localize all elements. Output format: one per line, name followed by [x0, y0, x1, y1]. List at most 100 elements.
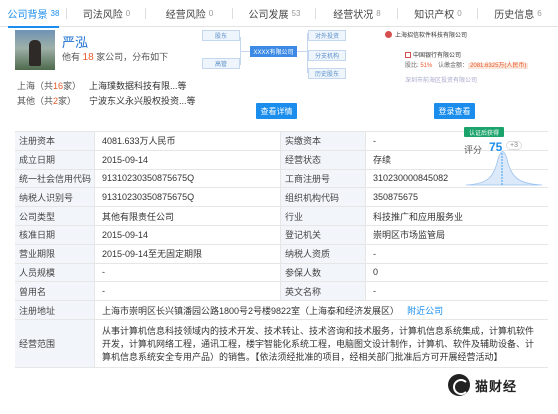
- tab-company-background[interactable]: 公司背景 38: [0, 0, 67, 28]
- field-value: -: [95, 282, 281, 301]
- preview-investor-row: 深圳市前海区投资有限公司: [405, 75, 477, 84]
- count-post: 家）: [63, 81, 82, 91]
- score-widget: 认证后获得 评分 75 +3: [458, 127, 548, 189]
- field-label: 参保人数: [281, 263, 366, 282]
- field-value: -: [373, 286, 376, 297]
- field-label: 登记机关: [281, 226, 366, 244]
- company-dot-icon: [385, 31, 392, 38]
- field-label: 曾用名: [15, 282, 95, 301]
- tab-intellectual-property[interactable]: 知识产权 0: [398, 0, 478, 27]
- tab-count: 0: [125, 9, 131, 18]
- preview-bank: 中国银行有限公司: [413, 53, 462, 59]
- node-shareholder: 股东: [202, 30, 240, 41]
- bank-icon: [405, 52, 411, 59]
- node-branch: 分支机构: [308, 50, 346, 61]
- tab-operating-status[interactable]: 经营状况 8: [316, 0, 398, 27]
- field-label: 纳税人识别号: [15, 188, 95, 207]
- table-row: 纳税人识别号 91310230350875675Q 组织机构代码 350875675: [15, 188, 548, 208]
- node-company: XXXX有限公司: [250, 46, 297, 57]
- tab-label: 公司发展: [248, 10, 289, 21]
- field-value-address: 上海市崇明区长兴镇潘园公路1800号2号楼9822室（上海泰和经济发展区） 附近公…: [95, 301, 548, 319]
- score-distribution-chart: [465, 151, 543, 186]
- tab-company-development[interactable]: 公司发展 53: [233, 0, 316, 27]
- table-row: 营业期限 2015-09-14至无固定期限 纳税人资质 -: [15, 244, 548, 264]
- node-investment: 对外投资: [308, 30, 346, 41]
- field-value: -: [95, 263, 281, 282]
- equity-preview: 上海招信软件科技有限公司 中国银行有限公司 股比: 51% 认缴金额： 2081.…: [377, 27, 545, 123]
- region-row-other[interactable]: 其他（共2家） 宁波东义永兴股权投资...等: [17, 94, 207, 107]
- preview-bank-row: 中国银行有限公司: [405, 50, 461, 59]
- avatar[interactable]: [15, 30, 55, 70]
- node-executive: 高管: [202, 58, 240, 69]
- field-label: 行业: [281, 207, 366, 225]
- address-text: 上海市崇明区长兴镇潘园公路1800号2号楼9822室（上海泰和经济发展区）: [102, 305, 400, 316]
- count-pre: （共: [35, 81, 54, 91]
- tab-operating-risk[interactable]: 经营风险 0: [146, 0, 233, 27]
- field-value: 0: [373, 267, 379, 278]
- nearby-companies-link[interactable]: 附近公司: [407, 304, 443, 317]
- preview-company-row: 上海招信软件科技有限公司: [385, 29, 533, 40]
- view-details-button[interactable]: 查看详情: [256, 103, 297, 119]
- person-name[interactable]: 严泓: [62, 32, 88, 51]
- count-post: 家）: [58, 96, 77, 106]
- field-value: 2015-09-14: [95, 226, 281, 244]
- field-label: 成立日期: [15, 150, 95, 169]
- tab-history[interactable]: 历史信息 6: [478, 0, 558, 27]
- table-row: 核准日期 2015-09-14 登记机关 崇明区市场监管局: [15, 226, 548, 245]
- region-row-shanghai[interactable]: 上海（共16家） 上海璞数据科技有限...等: [17, 79, 207, 92]
- field-value: 崇明区市场监管局: [373, 230, 446, 241]
- tab-bar: 公司背景 38 司法风险 0 经营风险 0 公司发展 53 经营状况 8 知识产权 0 历史…: [0, 0, 558, 28]
- tab-count: 38: [50, 9, 60, 18]
- field-value: -: [373, 135, 376, 146]
- share-label-prefix: 股比:: [405, 63, 421, 69]
- region-count: 16: [53, 81, 64, 91]
- region-company[interactable]: 上海璞数据科技有限...等: [89, 79, 187, 92]
- field-value: 其他有限责任公司: [95, 207, 281, 225]
- field-value: 4081.633万人民币: [95, 132, 281, 150]
- field-value: 91310230350875675Q: [95, 188, 281, 207]
- field-value: 科技推广和应用服务业: [373, 211, 464, 222]
- field-label: 纳税人资质: [281, 244, 366, 263]
- tab-label: 司法风险: [82, 10, 123, 21]
- field-label: 核准日期: [15, 226, 95, 244]
- field-label: 组织机构代码: [281, 188, 366, 207]
- watermark-text: 猫财经: [475, 378, 518, 394]
- amount-label: 认缴金额：: [438, 63, 469, 69]
- field-label: 人员规模: [15, 263, 95, 282]
- region-company[interactable]: 宁波东义永兴股权投资...等: [89, 94, 196, 107]
- tab-count: 8: [376, 9, 381, 18]
- tab-count: 6: [537, 9, 542, 18]
- table-row: 人员规模 - 参保人数 0: [15, 263, 548, 283]
- tab-count: 0: [457, 9, 462, 18]
- summary-prefix: 他有: [62, 52, 81, 62]
- tab-label: 公司背景: [7, 10, 48, 21]
- company-count: 18: [82, 52, 94, 63]
- summary-suffix: 家公司，分布如下: [96, 52, 169, 62]
- relationship-diagram: 股东 高管 XXXX有限公司 对外投资 分支机构 历史股东 查看详情: [197, 27, 352, 123]
- field-label: 营业期限: [15, 244, 95, 263]
- field-value: 91310230350875675Q: [95, 169, 281, 188]
- field-value: 2015-09-14: [95, 150, 281, 169]
- table-row-scope: 经营范围 从事计算机信息科技领域内的技术开发、技术转让、技术咨询和技术服务，计算机…: [15, 320, 548, 369]
- tab-count: 53: [291, 9, 301, 18]
- tab-judicial-risk[interactable]: 司法风险 0: [67, 0, 146, 27]
- tab-label: 知识产权: [414, 10, 455, 21]
- watermark-logo-icon: [448, 374, 470, 396]
- login-view-button[interactable]: 登录查看: [434, 103, 475, 119]
- preview-share-row: 股比: 51% 认缴金额： 2081.6325万(人民币): [405, 60, 529, 69]
- count-pre: （共: [35, 96, 54, 106]
- field-value: -: [373, 248, 376, 259]
- tab-label: 历史信息: [494, 10, 535, 21]
- field-value: 存续: [373, 155, 392, 166]
- field-value: 2015-09-14至无固定期限: [95, 244, 281, 263]
- share-pct: 51%: [420, 63, 433, 69]
- field-label: 工商注册号: [281, 169, 366, 188]
- tab-count: 0: [208, 9, 214, 18]
- field-label: 英文名称: [281, 282, 366, 301]
- field-label: 公司类型: [15, 207, 95, 225]
- table-row: 公司类型 其他有限责任公司 行业 科技推广和应用服务业: [15, 207, 548, 226]
- tab-label: 经营状况: [333, 10, 374, 21]
- field-value-scope: 从事计算机信息科技领域内的技术开发、技术转让、技术咨询和技术服务，计算机信息系统…: [102, 325, 535, 362]
- region-name: 其他: [17, 96, 36, 106]
- field-label: 实缴资本: [281, 132, 366, 150]
